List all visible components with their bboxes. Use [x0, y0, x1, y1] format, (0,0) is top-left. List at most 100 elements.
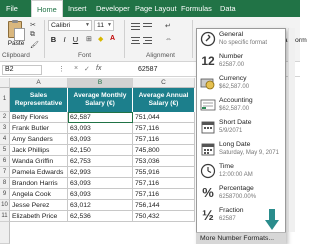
tab-file[interactable]: File — [6, 0, 18, 17]
column-header-c[interactable]: C — [133, 78, 195, 88]
cell-monthly-salary[interactable]: 63,093 — [68, 134, 133, 145]
cell-representative[interactable]: Wanda Griffin — [10, 156, 68, 167]
row-header-7[interactable]: 7 — [0, 167, 10, 178]
cell-monthly-salary[interactable]: 62,993 — [68, 167, 133, 178]
cell-annual-salary[interactable]: 757,116 — [133, 178, 195, 189]
cut-icon[interactable]: ✂ — [30, 21, 36, 29]
cell-monthly-salary[interactable]: 62,753 — [68, 156, 133, 167]
cell-representative[interactable]: Angela Cook — [10, 189, 68, 200]
row-header-5[interactable]: 5 — [0, 145, 10, 156]
cell-annual-salary[interactable]: 757,116 — [133, 123, 195, 134]
enter-icon[interactable]: ✓ — [84, 65, 90, 73]
column-header-b[interactable]: B — [68, 78, 133, 88]
cell-representative[interactable]: Elizabeth Price — [10, 211, 68, 222]
menu-item-number[interactable]: 12 Number 62587.00 — [197, 51, 285, 73]
alignment-group-label: Alignment — [146, 52, 175, 59]
header-average-annual-salary[interactable]: Average Annual Salary (€) — [133, 88, 195, 112]
menu-item-example: 62587.00 — [219, 62, 245, 68]
cell-monthly-salary[interactable]: 62,150 — [68, 145, 133, 156]
row-header-10[interactable]: 10 — [0, 200, 10, 211]
menu-scrollbar[interactable] — [288, 28, 295, 232]
tab-developer[interactable]: Developer — [96, 0, 130, 17]
underline-button[interactable]: U — [71, 34, 80, 45]
tab-insert[interactable]: Insert — [68, 0, 86, 17]
cell-representative[interactable]: Brandon Harris — [10, 178, 68, 189]
cell-annual-salary[interactable]: 757,116 — [133, 189, 195, 200]
header-sales-representative[interactable]: Sales Representative — [10, 88, 68, 112]
tab-page-layout[interactable]: Page Layout — [135, 0, 177, 17]
cell-representative[interactable]: Jack Phillips — [10, 145, 68, 156]
paste-button[interactable]: Paste — [4, 20, 26, 48]
cell-annual-salary[interactable]: 756,144 — [133, 200, 195, 211]
select-all-corner[interactable] — [0, 78, 10, 88]
cancel-icon[interactable]: × — [74, 65, 78, 72]
name-box[interactable]: B2 — [2, 65, 42, 75]
cell-representative[interactable]: Amy Sanders — [10, 134, 68, 145]
row-header-3[interactable]: 3 — [0, 123, 10, 134]
row-header-8[interactable]: 8 — [0, 178, 10, 189]
font-size-value: 11 — [97, 22, 105, 29]
row-header-2[interactable]: 2 — [0, 112, 10, 123]
percentage-icon: % — [202, 185, 214, 200]
italic-button[interactable]: I — [60, 34, 69, 45]
cell-monthly-salary[interactable]: 62,536 — [68, 211, 133, 222]
bold-button[interactable]: B — [49, 34, 58, 45]
font-name-select[interactable]: Calibri ▼ — [48, 20, 92, 31]
row-header-11[interactable]: 11 — [0, 211, 10, 222]
cell-representative[interactable]: Jesse Perez — [10, 200, 68, 211]
menu-item-short-date[interactable]: Short Date 5/9/2071 — [197, 117, 285, 139]
cell-annual-salary[interactable]: 751,044 — [133, 112, 195, 123]
borders-icon[interactable]: ⊞ — [86, 35, 92, 43]
cell-representative[interactable]: Pamela Edwards — [10, 167, 68, 178]
menu-item-general[interactable]: General No specific format — [197, 29, 285, 51]
more-number-formats-button[interactable]: More Number Formats... — [196, 232, 286, 244]
formula-input[interactable]: 62587 — [138, 66, 157, 73]
cell-monthly-salary[interactable]: 63,093 — [68, 189, 133, 200]
format-painter-icon[interactable]: 🖌 — [30, 41, 39, 49]
worksheet-grid: A B C 1 2 3 4 5 6 7 8 9 10 11 Sales Repr… — [0, 78, 195, 244]
column-header-a[interactable]: A — [10, 78, 68, 88]
cell-representative[interactable]: Frank Butler — [10, 123, 68, 134]
tab-home[interactable]: Home — [31, 0, 63, 17]
row-header-4[interactable]: 4 — [0, 134, 10, 145]
menu-item-long-date[interactable]: Long Date Saturday, May 9, 2071 — [197, 139, 285, 161]
group-divider — [124, 20, 125, 58]
wrap-text-icon[interactable]: ↵ — [165, 22, 171, 30]
align-top-lines-icon[interactable] — [131, 22, 159, 32]
cell-annual-salary[interactable]: 750,432 — [133, 211, 195, 222]
menu-item-time[interactable]: Time 12:00:00 AM — [197, 161, 285, 183]
row-header-9[interactable]: 9 — [0, 189, 10, 200]
cell-annual-salary[interactable]: 755,916 — [133, 167, 195, 178]
short-date-icon — [200, 119, 216, 135]
cell-annual-salary[interactable]: 757,116 — [133, 134, 195, 145]
cell-annual-salary[interactable]: 753,036 — [133, 156, 195, 167]
header-average-monthly-salary[interactable]: Average Monthly Salary (€) — [68, 88, 133, 112]
fill-color-icon[interactable]: ◆ — [98, 35, 103, 43]
font-color-icon[interactable]: A — [110, 35, 115, 42]
row-header-1[interactable]: 1 — [0, 88, 10, 112]
cell-monthly-salary-selected[interactable]: 62,587 — [68, 112, 133, 123]
cell-annual-salary[interactable]: 745,800 — [133, 145, 195, 156]
menu-item-label: Number — [219, 53, 244, 60]
menu-item-example: 12:00:00 AM — [219, 172, 253, 178]
clipboard-group-label: Clipboard — [2, 52, 30, 59]
arrow-down-icon — [265, 209, 279, 230]
copy-icon[interactable]: ⧉ — [30, 31, 35, 39]
cell-monthly-salary[interactable]: 63,093 — [68, 123, 133, 134]
menu-item-label: Percentage — [219, 185, 254, 192]
cell-representative[interactable]: Betty Flores — [10, 112, 68, 123]
cell-monthly-salary[interactable]: 63,012 — [68, 200, 133, 211]
font-size-select[interactable]: 11 ▼ — [94, 20, 114, 31]
cell-monthly-salary[interactable]: 63,093 — [68, 178, 133, 189]
menu-item-percentage[interactable]: % Percentage 6258700.00% — [197, 183, 285, 205]
tab-data[interactable]: Data — [220, 0, 236, 17]
menu-item-accounting[interactable]: Accounting $62,587.00 — [197, 95, 285, 117]
name-box-value: B2 — [5, 66, 14, 73]
align-horizontal-lines-icon[interactable] — [131, 36, 159, 46]
insert-function-icon[interactable]: fx — [96, 65, 101, 72]
menu-item-label: General — [219, 31, 244, 38]
row-header-6[interactable]: 6 — [0, 156, 10, 167]
menu-item-currency[interactable]: Currency $62,587.00 — [197, 73, 285, 95]
tab-formulas[interactable]: Formulas — [181, 0, 212, 17]
merge-center-icon[interactable]: ⇔ — [165, 36, 172, 43]
